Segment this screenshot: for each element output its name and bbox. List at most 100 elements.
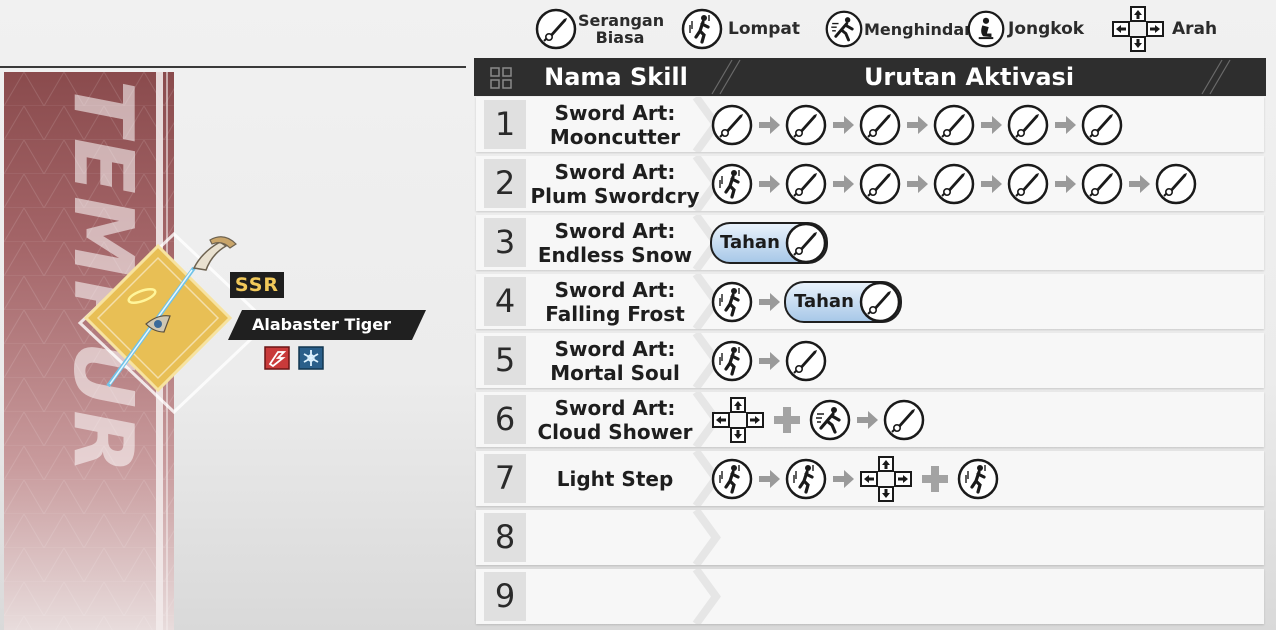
arrow-right-icon: [830, 171, 856, 197]
arrow-right-icon: [830, 112, 856, 138]
plus-icon: [918, 462, 952, 496]
skill-name-line1: Sword Art:: [554, 159, 676, 184]
skill-name: Sword Art: Mooncutter: [526, 97, 704, 152]
row-number: 4: [484, 277, 526, 326]
jump-icon: [956, 457, 1000, 501]
skill-name-line2: Mooncutter: [549, 124, 681, 149]
jump-icon: [710, 280, 754, 324]
hold-label: Tahan: [794, 291, 854, 312]
skill-name-line1: Sword Art:: [554, 277, 676, 302]
table-row: 5 Sword Art: Mortal Soul: [476, 333, 1264, 388]
weapon-name: Alabaster Tiger: [228, 310, 426, 340]
legend-crouch: Jongkok: [966, 6, 1084, 52]
jump-icon: [710, 162, 754, 206]
jump-icon: [680, 7, 724, 51]
arrow-right-icon: [904, 112, 930, 138]
skill-name-line2: Plum Swordcry: [530, 183, 700, 208]
activation-sequence: [710, 156, 1198, 211]
arrow-right-icon: [1052, 112, 1078, 138]
physical-element-icon: [264, 346, 290, 370]
legend-direction: Arah: [1110, 6, 1217, 52]
sword-attack-icon: [1006, 103, 1050, 147]
row-number: 1: [484, 100, 526, 149]
row-chevron-decoration: [692, 569, 721, 624]
sword-attack-icon: [858, 280, 902, 324]
jump-icon: [710, 457, 754, 501]
control-legend: Serangan Biasa Lompat Menghindar Jongkok …: [534, 6, 1274, 52]
sword-attack-icon: [710, 103, 754, 147]
legend-label-jongkok: Jongkok: [1008, 18, 1085, 39]
ice-element-icon: [298, 346, 324, 370]
element-icons: [264, 346, 324, 370]
sword-attack-icon: [784, 162, 828, 206]
skill-name-line1: Sword Art:: [554, 395, 676, 420]
arrow-right-icon: [904, 171, 930, 197]
rarity-badge: SSR: [230, 272, 284, 298]
table-row: 6 Sword Art: Cloud Shower: [476, 392, 1264, 447]
table-row: 1 Sword Art: Mooncutter: [476, 97, 1264, 152]
arrow-right-icon: [830, 466, 856, 492]
crouch-icon: [966, 9, 1006, 49]
sword-attack-icon: [1006, 162, 1050, 206]
arrow-right-icon: [756, 289, 782, 315]
direction-pad-icon: [858, 455, 914, 502]
jump-icon: [710, 339, 754, 383]
skill-name: Light Step: [526, 451, 704, 506]
activation-sequence: Tahan: [710, 215, 828, 270]
activation-sequence: [710, 392, 926, 447]
legend-label-menghindar: Menghindar: [864, 19, 973, 39]
row-number: 6: [484, 395, 526, 444]
sword-attack-icon: [784, 221, 828, 265]
table-row: 8: [476, 510, 1264, 565]
row-number: 9: [484, 572, 526, 621]
grid-icon: [490, 67, 512, 89]
arrow-right-icon: [1052, 171, 1078, 197]
dodge-icon: [808, 398, 852, 442]
top-divider: [0, 66, 466, 68]
table-row: 4 Sword Art: Falling Frost Tahan: [476, 274, 1264, 329]
skill-name-line1: Sword Art:: [554, 218, 676, 243]
skill-name: [526, 510, 704, 565]
table-header: Nama Skill Urutan Aktivasi: [474, 58, 1266, 96]
arrow-right-icon: [756, 171, 782, 197]
legend-jump: Lompat: [680, 6, 800, 52]
dodge-icon: [824, 9, 864, 49]
arrow-right-icon: [978, 171, 1004, 197]
skill-name: Sword Art: Plum Swordcry: [526, 156, 704, 211]
skill-name: Sword Art: Mortal Soul: [526, 333, 704, 388]
skill-name-line1: Sword Art:: [554, 336, 676, 361]
legend-dodge: Menghindar: [824, 6, 972, 52]
skill-name-line2: Cloud Shower: [537, 419, 693, 444]
activation-sequence: [710, 333, 828, 388]
sword-attack-icon: [932, 103, 976, 147]
skill-name-line1: Sword Art:: [554, 100, 676, 125]
legend-label-lompat: Lompat: [728, 18, 800, 39]
hold-label: Tahan: [720, 232, 780, 253]
arrow-right-icon: [756, 348, 782, 374]
legend-attack: Serangan Biasa: [534, 6, 664, 52]
skill-name-line2: Endless Snow: [537, 242, 693, 267]
sword-attack-icon: [534, 7, 578, 51]
table-row: 7 Light Step: [476, 451, 1264, 506]
sword-attack-icon: [1154, 162, 1198, 206]
arrow-right-icon: [756, 112, 782, 138]
sword-attack-icon: [784, 103, 828, 147]
plus-icon: [770, 403, 804, 437]
direction-pad-icon: [710, 396, 766, 443]
sword-attack-icon: [858, 103, 902, 147]
skill-name: [526, 569, 704, 624]
jump-icon: [784, 457, 828, 501]
arrow-right-icon: [1126, 171, 1152, 197]
arrow-right-icon: [978, 112, 1004, 138]
skill-name-line1: Light Step: [556, 466, 674, 491]
activation-sequence: [710, 97, 1124, 152]
table-row: 9: [476, 569, 1264, 624]
arrow-right-icon: [756, 466, 782, 492]
header-activation-sequence: Urutan Aktivasi: [863, 63, 1075, 91]
hold-attack-pill: Tahan: [784, 280, 902, 324]
row-number: 8: [484, 513, 526, 562]
row-chevron-decoration: [692, 510, 721, 565]
arrow-right-icon: [854, 407, 880, 433]
activation-sequence: Tahan: [710, 274, 902, 329]
sword-attack-icon: [882, 398, 926, 442]
